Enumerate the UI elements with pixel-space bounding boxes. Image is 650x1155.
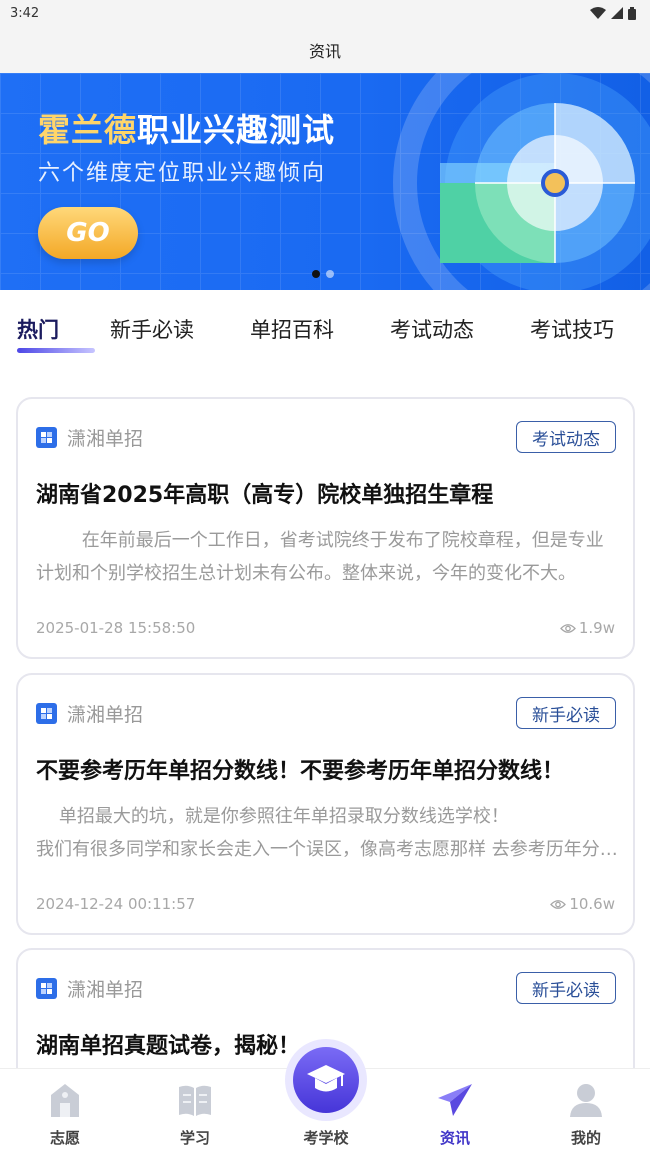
nav-item-study[interactable]: 学习 [150, 1081, 240, 1148]
article-card[interactable]: 潇湘单招 考试动态 湖南省2025年高职（高专）院校单独招生章程 在年前最后一个… [16, 397, 635, 659]
source-logo-icon [36, 978, 57, 999]
book-icon [179, 1085, 211, 1116]
tab-beginner-guide[interactable]: 新手必读 [110, 314, 194, 344]
article-tag[interactable]: 新手必读 [516, 697, 616, 729]
nav-item-find-school[interactable] [285, 1039, 367, 1121]
carousel-indicator [312, 270, 334, 278]
source-logo-icon [36, 427, 57, 448]
banner-title: 霍兰德职业兴趣测试 [38, 105, 335, 151]
nav-item-profile[interactable]: 我的 [541, 1081, 631, 1148]
article-date: 2025-01-28 15:58:50 [36, 619, 196, 637]
article-tag[interactable]: 考试动态 [516, 421, 616, 453]
article-source: 潇湘单招 [36, 700, 143, 727]
views-count: 10.6w [569, 895, 615, 913]
bottom-nav: 志愿 学习 考学校 资讯 我的 [0, 1039, 650, 1155]
eye-icon [559, 623, 576, 633]
banner-subtitle: 六个维度定位职业兴趣倾向 [38, 161, 327, 186]
article-date: 2024-12-24 00:11:57 [36, 895, 196, 913]
go-button[interactable]: GO [38, 207, 138, 259]
article-source: 潇湘单招 [36, 424, 143, 451]
nav-label: 资讯 [439, 1129, 470, 1147]
category-tabs: 热门 新手必读 单招百科 考试动态 考试技巧 [0, 290, 650, 362]
nav-item-news[interactable]: 资讯 [410, 1081, 500, 1148]
nav-center-button [293, 1047, 359, 1113]
carousel-dot-active [312, 270, 320, 278]
nav-item-volunteer[interactable]: 志愿 [20, 1081, 110, 1148]
nav-label: 考学校 [303, 1129, 349, 1147]
active-tab-indicator [17, 348, 95, 353]
article-title: 湖南省2025年高职（高专）院校单独招生章程 [36, 483, 494, 508]
status-icons [590, 6, 636, 20]
banner-title-highlight: 霍兰德 [38, 111, 138, 149]
graduation-cap-icon [307, 1065, 345, 1092]
nav-label: 我的 [570, 1129, 601, 1147]
carousel-dot [326, 270, 334, 278]
paper-plane-icon [438, 1084, 472, 1116]
user-icon [570, 1084, 602, 1117]
source-name: 潇湘单招 [67, 704, 144, 726]
article-card[interactable]: 潇湘单招 新手必读 不要参考历年单招分数线！不要参考历年单招分数线！ 单招最大的… [16, 673, 635, 935]
source-name: 潇湘单招 [67, 428, 144, 450]
article-excerpt: 在年前最后一个工作日，省考试院终于发布了院校章程，但是专业计划和个别学校招生总计… [36, 530, 604, 584]
article-title: 不要参考历年单招分数线！不要参考历年单招分数线！ [36, 759, 565, 784]
article-excerpt: 单招最大的坑，就是你参照往年单招录取分数线选学校！ 我们有很多同学和家长会走入一… [36, 806, 618, 860]
building-icon [51, 1084, 79, 1117]
tab-exam-news[interactable]: 考试动态 [390, 314, 474, 344]
radar-chart-illustration [393, 73, 650, 290]
promo-banner[interactable]: 霍兰德职业兴趣测试 六个维度定位职业兴趣倾向 GO [0, 73, 650, 290]
app-header: 资讯 [0, 26, 650, 73]
article-views: 10.6w [550, 895, 615, 913]
source-logo-icon [36, 703, 57, 724]
banner-title-rest: 职业兴趣测试 [137, 111, 336, 149]
tab-encyclopedia[interactable]: 单招百科 [250, 314, 334, 344]
page-title: 资讯 [308, 41, 341, 61]
status-time: 3:42 [10, 5, 40, 21]
nav-label: 志愿 [49, 1129, 80, 1147]
article-source: 潇湘单招 [36, 975, 143, 1002]
signal-icon [611, 7, 623, 19]
article-views: 1.9w [559, 619, 615, 637]
views-count: 1.9w [578, 619, 615, 637]
status-bar: 3:42 [0, 0, 650, 26]
battery-icon [628, 6, 636, 20]
source-name: 潇湘单招 [67, 979, 144, 1001]
article-tag[interactable]: 新手必读 [516, 972, 616, 1004]
eye-icon [550, 899, 567, 909]
tab-exam-tips[interactable]: 考试技巧 [530, 314, 614, 344]
nav-label: 学习 [179, 1129, 210, 1147]
tab-hot[interactable]: 热门 [17, 314, 59, 344]
wifi-icon [590, 7, 606, 19]
